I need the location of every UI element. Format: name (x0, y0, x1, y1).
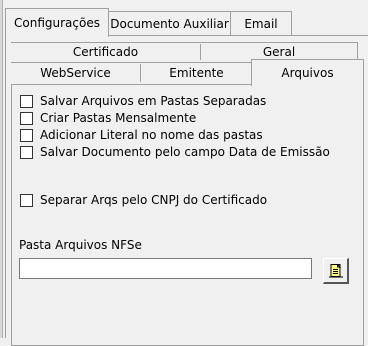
tab-documento-auxiliar[interactable]: Documento Auxiliar (109, 11, 231, 35)
checkbox-separar-cnpj[interactable]: Separar Arqs pelo CNPJ do Certificado (20, 192, 267, 208)
tab-webservice[interactable]: WebService (11, 63, 140, 83)
left-window-sliver (0, 0, 3, 338)
tab-configuracoes-label: Configurações (14, 16, 100, 30)
tab-certificado-label: Certificado (72, 45, 139, 59)
checkbox-label: Salvar Arquivos em Pastas Separadas (40, 94, 267, 108)
checkbox-criar-pastas-mensalmente[interactable]: Criar Pastas Mensalmente (20, 110, 196, 126)
outer-panel-edge (5, 36, 6, 338)
tab-arquivos[interactable]: Arquivos (251, 59, 364, 86)
tab-email-label: Email (244, 16, 278, 31)
tab-arquivos-label: Arquivos (281, 66, 334, 80)
tab-documento-auxiliar-label: Documento Auxiliar (110, 16, 229, 31)
checkbox-label: Criar Pastas Mensalmente (40, 111, 197, 125)
tab-configuracoes[interactable]: Configurações (5, 8, 109, 37)
tab-webservice-label: WebService (40, 66, 111, 80)
checkbox-box[interactable] (20, 111, 33, 125)
browse-folder-button[interactable] (323, 258, 349, 284)
checkbox-box[interactable] (20, 94, 33, 108)
tab-emitente-label: Emitente (169, 66, 224, 80)
checkbox-salvar-pastas-separadas[interactable]: Salvar Arquivos em Pastas Separadas (20, 93, 266, 109)
pasta-arquivos-nfse-label: Pasta Arquivos NFSe (19, 238, 142, 252)
tab-emitente[interactable]: Emitente (141, 63, 252, 83)
top-tabs-baseline (109, 35, 368, 36)
checkbox-label: Salvar Documento pelo campo Data de Emis… (40, 145, 330, 159)
folder-browse-icon (328, 263, 344, 279)
checkbox-salvar-data-emissao[interactable]: Salvar Documento pelo campo Data de Emis… (20, 144, 330, 160)
pasta-arquivos-nfse-input[interactable] (19, 258, 312, 279)
checkbox-adicionar-literal[interactable]: Adicionar Literal no nome das pastas (20, 127, 263, 143)
tab-certificado[interactable]: Certificado (11, 43, 200, 61)
tab-geral-label: Geral (262, 45, 296, 59)
checkbox-label: Separar Arqs pelo CNPJ do Certificado (40, 193, 268, 207)
checkbox-box[interactable] (20, 145, 33, 159)
checkbox-box[interactable] (20, 193, 33, 207)
checkbox-box[interactable] (20, 128, 33, 142)
checkbox-label: Adicionar Literal no nome das pastas (40, 128, 263, 142)
tab-email[interactable]: Email (231, 11, 292, 35)
